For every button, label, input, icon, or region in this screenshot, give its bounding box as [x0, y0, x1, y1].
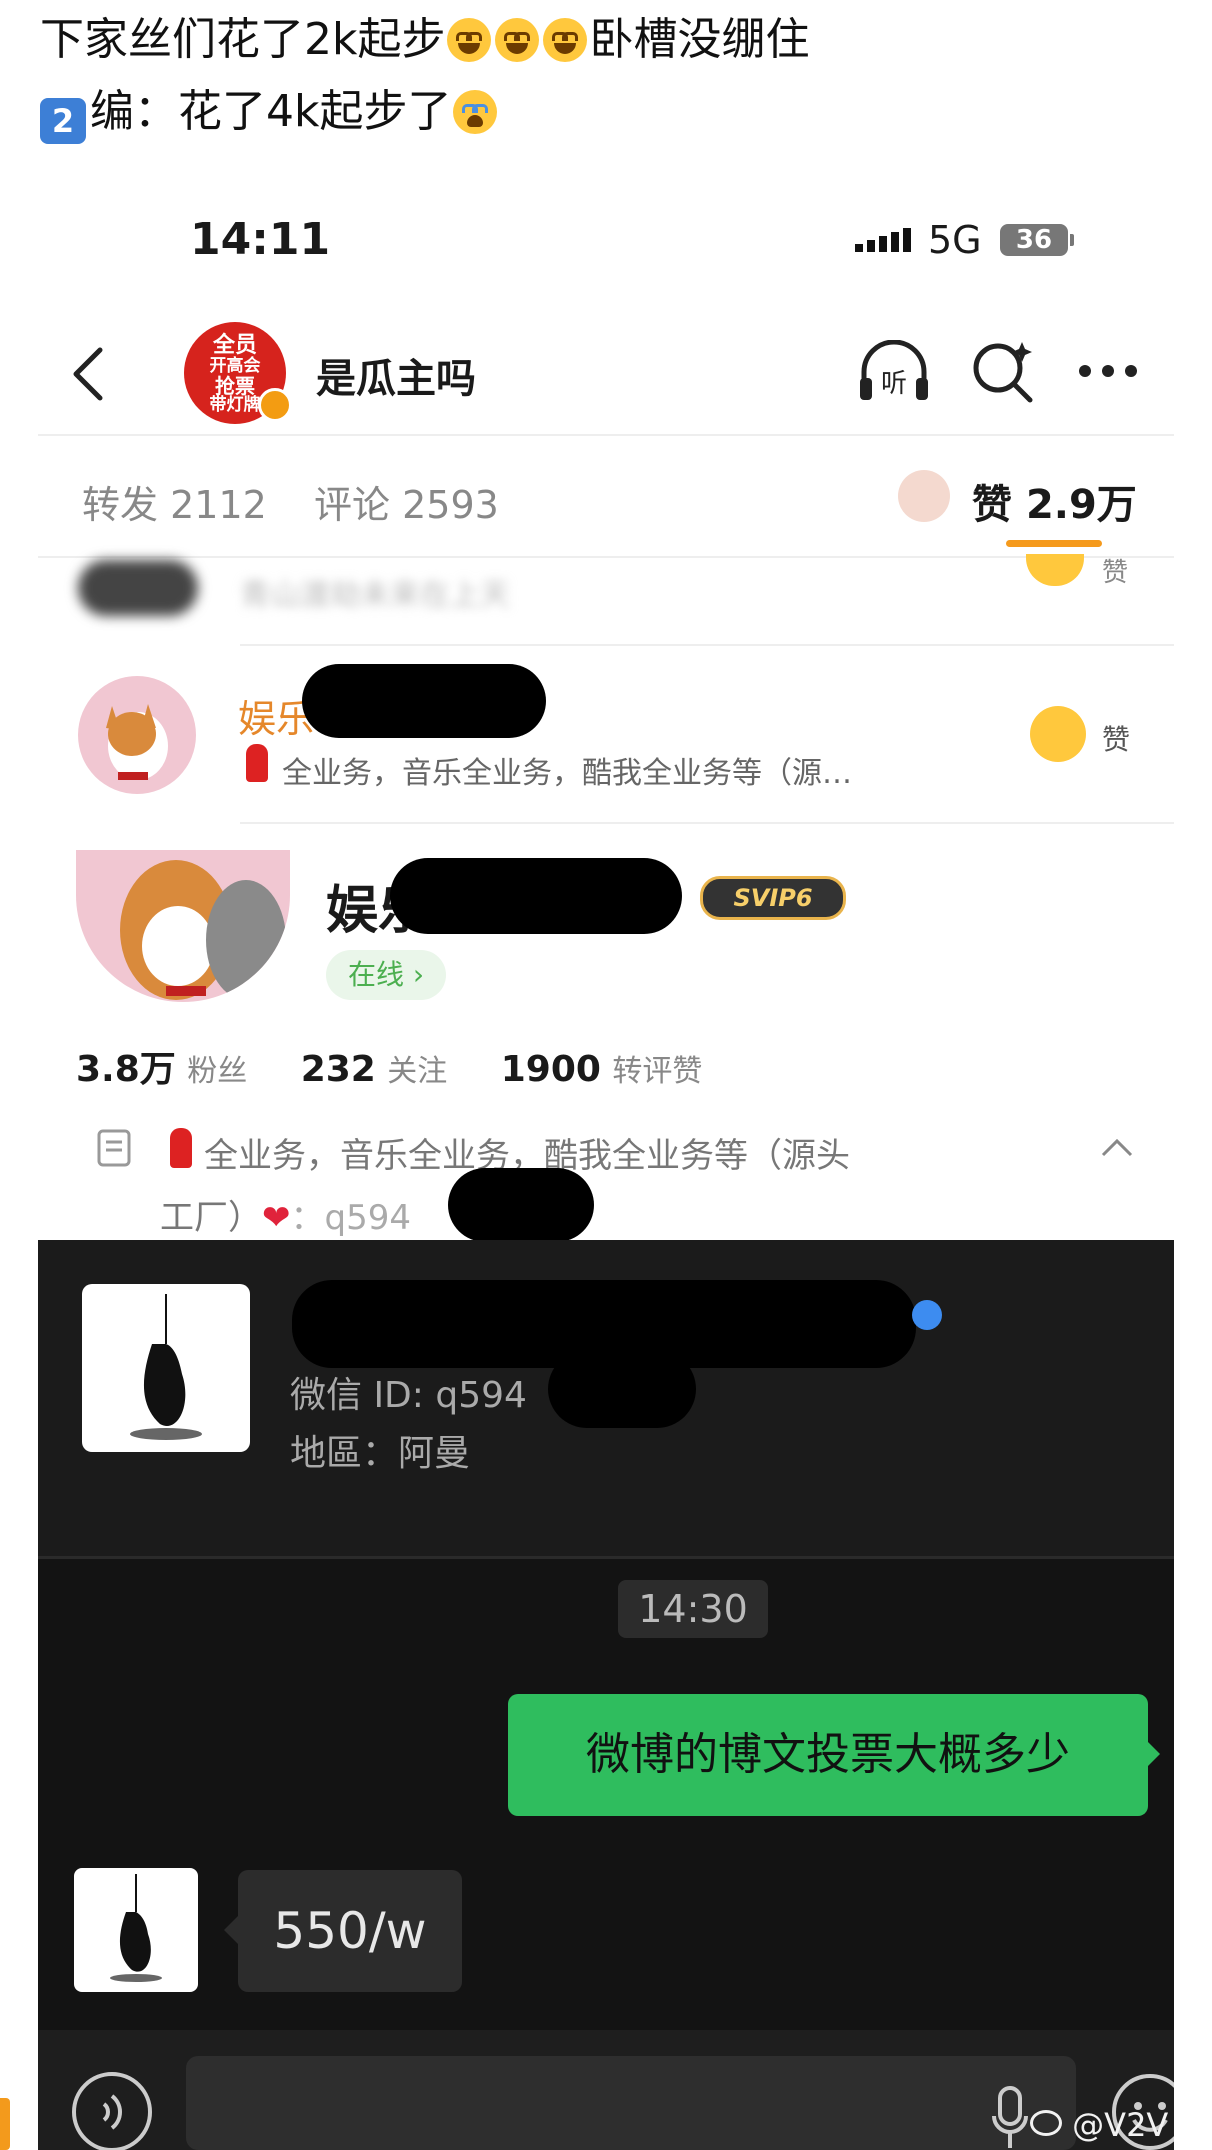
network-label: 5G: [928, 218, 982, 262]
watermark: @V2V: [1030, 2106, 1168, 2144]
signal-icon: [855, 228, 911, 252]
fans-label[interactable]: 粉丝: [187, 1054, 247, 1089]
svg-text:听: 听: [881, 369, 907, 399]
bio-line-2: 工厂）❤：q594: [160, 1190, 411, 1239]
redaction-blob: [302, 664, 546, 738]
header-title: 是瓜主吗: [316, 356, 476, 402]
search-sparkle-icon[interactable]: [970, 338, 1036, 404]
avatar-text-1: 全员: [212, 333, 257, 358]
follow-label[interactable]: 关注: [387, 1054, 447, 1089]
repost-count: 2112: [170, 483, 267, 527]
message-input[interactable]: [186, 2056, 1076, 2150]
caption-text-2: 编：花了4k起步了: [90, 86, 452, 137]
caption-line-1: 下家丝们花了2k起步 卧槽没绷住: [40, 12, 809, 68]
weibo-logo-icon: [1030, 2110, 1062, 2136]
microphone-icon[interactable]: [990, 2086, 1030, 2150]
document-icon: [97, 1129, 131, 1167]
active-tab-indicator: [1006, 540, 1102, 547]
watermark-text: @V2V: [1072, 2106, 1169, 2144]
online-status-button[interactable]: 在线 ›: [326, 950, 447, 1000]
liker-avatar: [898, 470, 950, 522]
like-count: 2.9万: [1025, 482, 1137, 528]
repost-label: 转发: [82, 483, 159, 527]
list-row-1-like-label[interactable]: 赞: [1102, 552, 1128, 589]
collapse-chevron-icon[interactable]: [1100, 1136, 1134, 1158]
incoming-avatar[interactable]: [74, 1868, 198, 1992]
laughing-emoji-icon: [543, 18, 588, 62]
redaction-blob: [548, 1350, 696, 1428]
stats-comment[interactable]: 评论 2593: [314, 474, 499, 529]
crying-emoji-icon: [453, 90, 498, 134]
wechat-id: 微信 ID: q594: [290, 1375, 527, 1416]
red-scarf-icon: [246, 744, 268, 782]
comment-label: 评论: [314, 483, 391, 527]
follow-count[interactable]: 232: [301, 1049, 376, 1090]
corgi-avatar-image: [106, 704, 168, 780]
bubble-tail: [224, 1916, 238, 1944]
listen-headphone-icon[interactable]: 听: [856, 340, 932, 402]
outgoing-message-bubble[interactable]: 微博的博文投票大概多少: [508, 1694, 1148, 1816]
list-row-2-desc: 全业务，音乐全业务，酷我全业务等（源…: [282, 756, 852, 791]
hanging-figure-image: [130, 1294, 202, 1440]
list-divider-1: [240, 644, 1174, 646]
svip-badge[interactable]: SVIP6: [700, 876, 846, 920]
card-divider: [38, 1556, 1174, 1559]
comment-count: 2593: [402, 483, 499, 527]
voice-mode-icon[interactable]: [70, 2070, 154, 2150]
contact-avatar[interactable]: [82, 1284, 250, 1452]
caption-text-1-suffix: 卧槽没绷住: [589, 14, 810, 65]
fans-count[interactable]: 3.8万: [76, 1049, 176, 1090]
incoming-message-bubble[interactable]: 550/w: [238, 1870, 462, 1992]
hanging-figure-image: [110, 1874, 162, 1982]
person-icon: [912, 1300, 942, 1330]
number-two-icon: 2: [40, 98, 86, 144]
caption-line-2: 2 编：花了4k起步了: [40, 84, 499, 144]
like-label: 赞: [972, 482, 1012, 528]
more-icon[interactable]: [1078, 364, 1138, 378]
avatar-text-2: 开高会: [209, 356, 261, 376]
heart-icon: ❤: [262, 1198, 291, 1238]
stats-divider: [38, 556, 1174, 558]
header-divider: [38, 434, 1174, 436]
corgi-avatar-image: [120, 860, 286, 1000]
profile-avatar[interactable]: [76, 850, 290, 1002]
edge-marker: [0, 2098, 10, 2150]
chevron-left-icon[interactable]: [68, 344, 108, 404]
red-scarf-icon: [170, 1128, 192, 1168]
verified-badge-icon: [258, 388, 292, 422]
laughing-emoji-icon: [495, 18, 540, 62]
redaction-blob: [448, 1168, 594, 1242]
caption-text-1: 下家丝们花了2k起步: [40, 14, 446, 65]
list-row-1-like-icon[interactable]: [1026, 554, 1084, 586]
battery-icon: 36: [1000, 224, 1074, 256]
bio-line-2-prefix: 工厂）: [160, 1198, 262, 1238]
engage-label: 转评赞: [612, 1054, 703, 1089]
list-divider-2: [240, 822, 1174, 824]
laughing-emoji-icon: [447, 18, 492, 62]
redaction-blob: [390, 858, 682, 934]
engage-count: 1900: [500, 1049, 601, 1090]
status-time: 14:11: [190, 214, 331, 265]
stats-repost[interactable]: 转发 2112: [82, 474, 267, 529]
chat-timestamp: 14:30: [618, 1580, 768, 1638]
list-row-2-avatar[interactable]: [78, 676, 196, 794]
profile-stats: 3.8万 粉丝 232 关注 1900 转评赞: [76, 1040, 702, 1092]
list-row-1-text: 青山渡劫未来在上天: [240, 578, 510, 613]
list-row-2-desc-wrap: 全业务，音乐全业务，酷我全业务等（源…: [282, 748, 852, 792]
list-row-2-like-label[interactable]: 赞: [1102, 718, 1130, 758]
list-row-1-avatar: [78, 560, 198, 616]
bubble-tail: [1146, 1740, 1160, 1768]
wechat-region: 地區：阿曼: [290, 1433, 471, 1474]
list-row-2-like-icon[interactable]: [1030, 706, 1086, 762]
stats-like[interactable]: 赞 2.9万: [972, 472, 1137, 530]
bio-line-2-value: ：q594: [290, 1198, 411, 1238]
